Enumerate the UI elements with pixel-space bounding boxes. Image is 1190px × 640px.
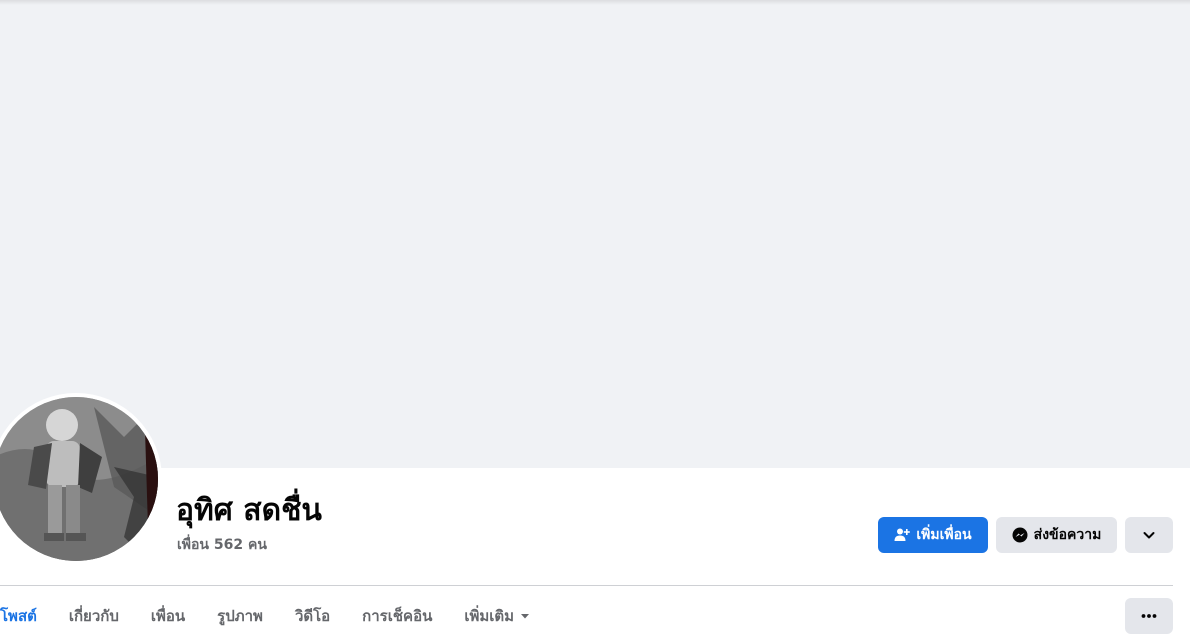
profile-photo-image	[0, 397, 158, 561]
cover-photo-area[interactable]	[0, 5, 1190, 468]
person-add-icon	[894, 527, 911, 543]
tab-about[interactable]: เกี่ยวกับ	[69, 596, 119, 636]
send-message-button[interactable]: ส่งข้อความ	[996, 517, 1117, 553]
tab-options-button[interactable]	[1125, 598, 1173, 634]
tab-more[interactable]: เพิ่มเติม	[464, 596, 530, 636]
ellipsis-icon	[1141, 613, 1157, 619]
header-divider	[0, 585, 1173, 586]
tab-photos[interactable]: รูปภาพ	[217, 596, 263, 636]
tab-checkins[interactable]: การเช็คอิน	[362, 596, 432, 636]
add-friend-button[interactable]: เพิ่มเพื่อน	[878, 517, 988, 553]
tab-friends[interactable]: เพื่อน	[151, 596, 185, 636]
more-actions-button[interactable]	[1125, 517, 1173, 553]
profile-name: อุทิศ สดชื่น	[176, 493, 322, 528]
profile-photo-art	[0, 397, 158, 561]
tab-label: เกี่ยวกับ	[68, 607, 119, 625]
tab-label: การเช็คอิน	[362, 607, 433, 625]
profile-tabs: โพสต์ เกี่ยวกับ เพื่อน รูปภาพ วิดีโอ การ…	[0, 596, 562, 636]
tab-posts[interactable]: โพสต์	[0, 596, 37, 636]
tab-label: เพิ่มเติม	[464, 607, 515, 625]
chevron-down-icon	[1142, 528, 1156, 542]
tab-label: โพสต์	[0, 607, 37, 625]
friends-count-link[interactable]: เพื่อน 562 คน	[177, 534, 267, 556]
add-friend-label: เพิ่มเพื่อน	[916, 527, 972, 543]
tab-label: วิดีโอ	[294, 607, 331, 625]
send-message-label: ส่งข้อความ	[1033, 527, 1102, 543]
profile-picture[interactable]	[0, 393, 162, 565]
caret-down-icon	[520, 611, 530, 621]
tab-label: เพื่อน	[150, 607, 186, 625]
messenger-icon	[1012, 527, 1028, 543]
tab-videos[interactable]: วิดีโอ	[295, 596, 330, 636]
tab-label: รูปภาพ	[217, 607, 263, 625]
